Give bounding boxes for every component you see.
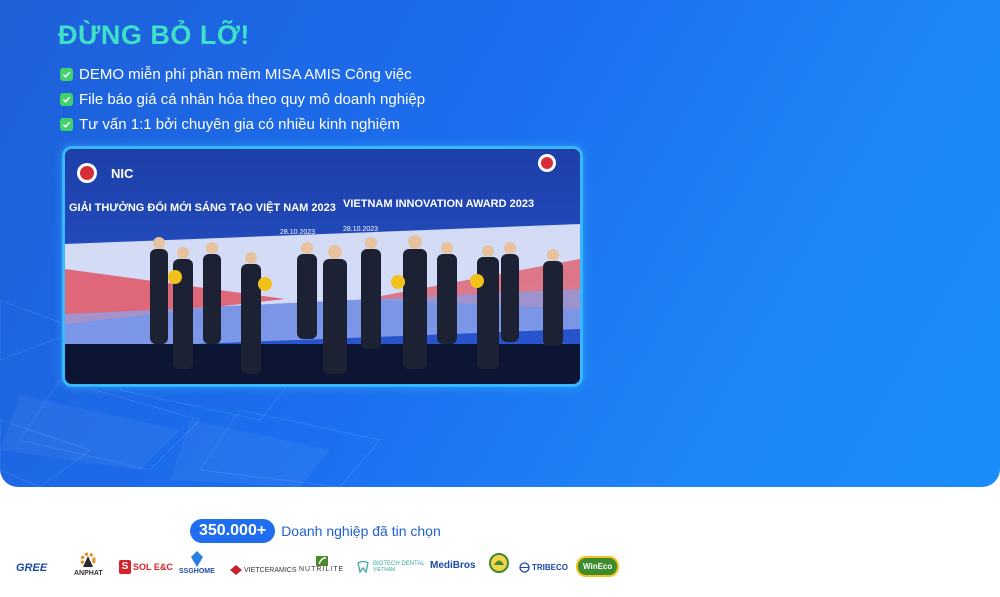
logo-nutrilite: NUTRILITE [299,556,344,573]
benefit-item: DEMO miễn phí phần mềm MISA AMIS Công vi… [60,62,425,87]
logo-nutrilite-text: NUTRILITE [299,566,345,573]
logo-vietceramics-text: VIETCERAMICS [244,566,297,574]
customer-count-badge: 350.000+ [190,519,276,543]
logo-wineco: WinEco [576,556,620,577]
diamond-icon [230,565,242,575]
logo-sshome: SSGHOME [179,550,215,575]
diamond-icon [190,551,203,567]
benefit-item: File báo giá cá nhân hóa theo quy mô doa… [60,87,425,112]
gear-icon [80,552,96,568]
logo-medibros: MediBros [430,560,476,571]
logo-sshome-text: SSGHOME [179,568,215,575]
photo-logo: NIC [111,166,134,181]
benefit-list: DEMO miễn phí phần mềm MISA AMIS Công vi… [60,62,425,137]
trust-stats: 350.000+ Doanh nghiệp đã tin chọn [190,519,441,543]
logo-biotech: BIOTECH DENTAL VIETNAM [356,560,425,574]
logo-tribeco-text: TRIBECO [532,563,568,572]
award-photo: NIC GIẢI THƯỞNG ĐỔI MỚI SÁNG TẠO VIỆT NA… [62,146,583,387]
leaf-icon [315,556,328,566]
benefit-text: File báo giá cá nhân hóa theo quy mô doa… [79,91,426,108]
hero-banner: ĐỪNG BỎ LỠ! DEMO miễn phí phần mềm MISA … [0,0,1000,487]
logo-sol: S SOL E&C [119,560,173,574]
headline: ĐỪNG BỎ LỠ! [58,20,250,50]
s-icon: S [119,560,131,574]
benefit-item: Tư vấn 1:1 bởi chuyên gia có nhiều kinh … [60,112,425,137]
benefit-text: DEMO miễn phí phần mềm MISA AMIS Công vi… [79,66,412,83]
check-icon [60,118,73,131]
logo-biotech-subtext: VIETNAM [373,567,396,573]
check-icon [60,68,73,81]
photo-date-left: 28.10.2023 [280,229,315,236]
logo-wineco-text: WinEco [576,556,620,577]
logo-anphat: ANPHAT [74,550,103,577]
photo-banner-left: GIẢI THƯỞNG ĐỔI MỚI SÁNG TẠO VIỆT NAM 20… [69,201,336,214]
partner-logos: GREE ANPHAT S SOL E&C SSGHOME VIETCERAMI… [16,550,620,590]
photo-date-right: 28.10.2023 [343,226,378,233]
logo-circle-emblem [488,552,510,578]
logo-vietceramics: VIETCERAMICS [230,565,297,575]
photo-banner-right: VIETNAM INNOVATION AWARD 2023 [343,198,534,210]
tooth-icon [357,560,369,574]
logo-anphat-text: ANPHAT [74,570,103,577]
check-icon [60,93,73,106]
emblem-icon [489,553,509,573]
logo-gree: GREE [16,562,47,574]
logo-gree-text: GREE [16,562,48,574]
logo-tribeco: TRIBECO [519,562,568,573]
benefit-text: Tư vấn 1:1 bởi chuyên gia có nhiều kinh … [79,116,400,133]
customer-count-label: Doanh nghiệp đã tin chọn [281,523,441,539]
logo-sol-text: SOL E&C [133,562,173,572]
logo-medibros-text: MediBros [430,560,476,571]
globe-icon [519,562,530,573]
